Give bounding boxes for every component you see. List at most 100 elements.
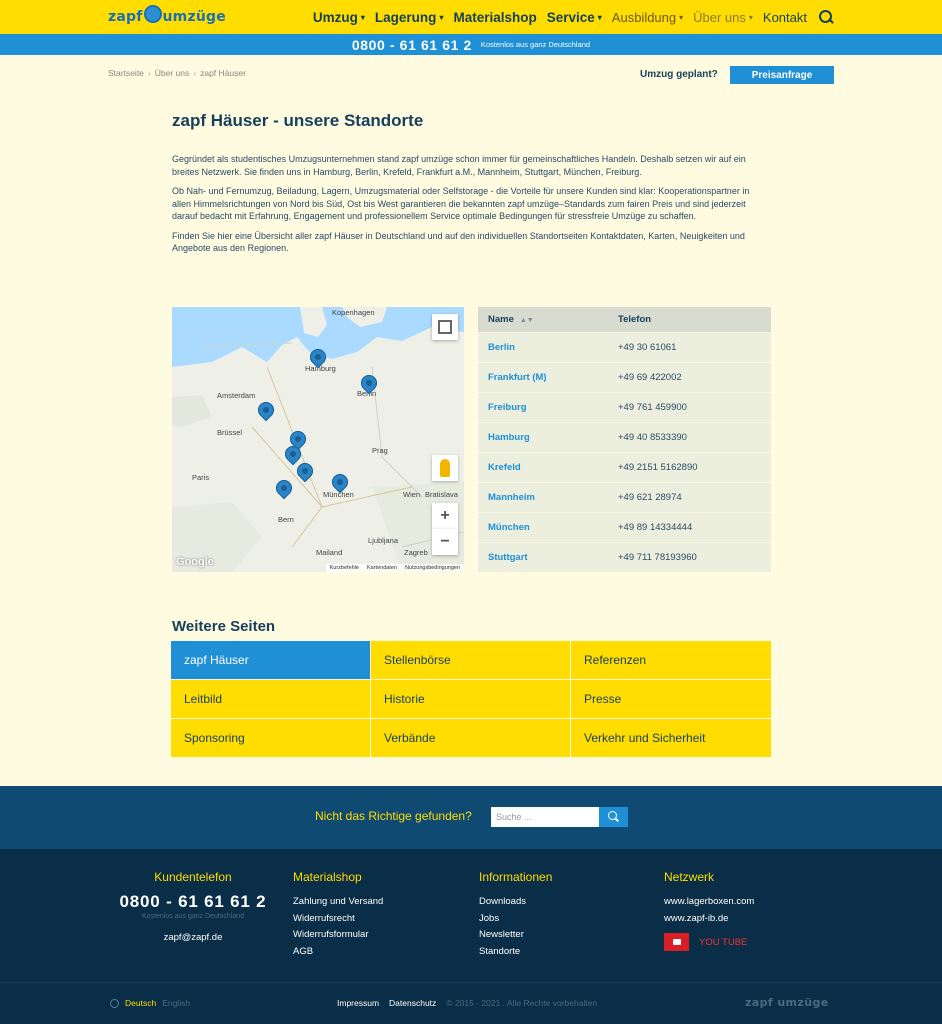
nav-item-ueber-uns[interactable]: Über uns ▾ bbox=[688, 10, 758, 25]
google-logo: Google bbox=[176, 556, 214, 568]
nav-item-kontakt[interactable]: Kontakt bbox=[758, 10, 812, 25]
intro-text: Gegründet als studentisches Umzugsuntern… bbox=[172, 153, 768, 262]
breadcrumb-separator-icon: › bbox=[147, 68, 151, 78]
column-header-name[interactable]: Name ▲▼ bbox=[478, 307, 608, 332]
column-header-phone: Telefon bbox=[608, 307, 771, 332]
further-page-leitbild[interactable]: Leitbild bbox=[171, 680, 370, 718]
footer-link-jobs[interactable]: Jobs bbox=[479, 911, 552, 928]
footer-phone-sub: Kostenlos aus ganz Deutschland bbox=[142, 913, 244, 920]
breadcrumb-item-startseite[interactable]: Startseite bbox=[108, 68, 144, 78]
fullscreen-button[interactable] bbox=[432, 314, 458, 340]
map-label-mailand: Mailand bbox=[316, 548, 343, 557]
zapf-logo[interactable]: zapf umzüge bbox=[108, 5, 226, 28]
breadcrumb-item-zapf-haeuser: zapf Häuser bbox=[200, 68, 246, 78]
footer-link-widerrufsrecht[interactable]: Widerrufsrecht bbox=[293, 911, 383, 928]
language-deutsch[interactable]: Deutsch bbox=[125, 998, 156, 1008]
street-view-pegman-icon[interactable] bbox=[432, 455, 458, 481]
nav-item-label: Ausbildung bbox=[611, 9, 677, 25]
search-icon[interactable] bbox=[818, 9, 834, 25]
globe-icon bbox=[143, 5, 162, 23]
youtube-link[interactable]: YOU TUBE bbox=[664, 933, 754, 951]
map-label-amsterdam: Amsterdam bbox=[217, 391, 256, 400]
nav-item-ausbildung[interactable]: Ausbildung ▾ bbox=[607, 10, 688, 25]
map-label-kopenhagen: Kopenhagen bbox=[332, 308, 375, 317]
chevron-down-icon: ▾ bbox=[360, 12, 365, 22]
footer-email[interactable]: zapf@zapf.de bbox=[110, 932, 276, 943]
language-english[interactable]: English bbox=[162, 998, 190, 1008]
further-page-referenzen[interactable]: Referenzen bbox=[571, 641, 771, 679]
sort-icon[interactable]: ▲▼ bbox=[520, 317, 534, 324]
map-shortcuts-link[interactable]: Kurzbefehle bbox=[330, 565, 359, 571]
search-input[interactable] bbox=[491, 807, 599, 827]
datenschutz-link[interactable]: Datenschutz bbox=[389, 998, 436, 1008]
nav-item-label: Materialshop bbox=[453, 9, 537, 25]
footer-link-zahlung[interactable]: Zahlung und Versand bbox=[293, 894, 383, 911]
footer-link-lagerboxen[interactable]: www.lagerboxen.com bbox=[664, 894, 754, 911]
impressum-link[interactable]: Impressum bbox=[337, 998, 379, 1008]
location-link-freiburg[interactable]: Freiburg bbox=[478, 391, 608, 422]
chevron-down-icon: ▾ bbox=[597, 12, 602, 22]
location-link-frankfurt-m[interactable]: Frankfurt (M) bbox=[478, 361, 608, 392]
nav-item-lagerung[interactable]: Lagerung ▾ bbox=[370, 10, 449, 25]
further-pages-grid: zapf Häuser Stellenbörse Referenzen Leitbil… bbox=[171, 641, 771, 757]
map-data-link[interactable]: Kartendaten bbox=[367, 565, 397, 571]
locations-table-body: Berlin +49 30 61061 Frankfurt (M) +49 69 42… bbox=[478, 331, 771, 572]
location-link-berlin[interactable]: Berlin bbox=[478, 331, 608, 362]
further-page-stellenboerse[interactable]: Stellenbörse bbox=[371, 641, 570, 679]
location-link-krefeld[interactable]: Krefeld bbox=[478, 451, 608, 482]
footer-col-netzwerk: Netzwerk www.lagerboxen.com www.zapf-ib.… bbox=[664, 870, 754, 951]
footer-phone-title: Kundentelefon bbox=[154, 870, 232, 884]
globe-icon bbox=[110, 998, 119, 1008]
breadcrumb-item-ueber-uns[interactable]: Über uns bbox=[155, 68, 190, 78]
header-phone-sub: Kostenlos aus ganz Deutschland bbox=[480, 40, 591, 49]
nav-item-label: Umzug bbox=[312, 9, 358, 25]
zoom-out-button[interactable]: − bbox=[432, 529, 458, 555]
footer-bottom-links: Impressum Datenschutz © 2015 - 2021 . Al… bbox=[337, 998, 597, 1008]
language-switcher: Deutsch English bbox=[110, 998, 190, 1008]
locations-map[interactable]: + − Kopenhagen Hamburg Berlin Amsterdam … bbox=[172, 307, 464, 572]
footer-logo: zapf umzüge bbox=[745, 996, 829, 1009]
further-page-sponsoring[interactable]: Sponsoring bbox=[171, 719, 370, 757]
main-nav: Umzug ▾ Lagerung ▾ Materialshop Service ▾ Ausbi… bbox=[308, 0, 834, 34]
footer-link-newsletter[interactable]: Newsletter bbox=[479, 927, 552, 944]
copyright: © 2015 - 2021 . Alle Rechte vorbehalten bbox=[446, 998, 598, 1008]
location-link-mannheim[interactable]: Mannheim bbox=[478, 481, 608, 512]
breadcrumb: Startseite › Über uns › zapf Häuser bbox=[108, 68, 246, 78]
further-page-historie[interactable]: Historie bbox=[371, 680, 570, 718]
location-phone: +49 621 28974 bbox=[608, 481, 771, 512]
map-label-paris: Paris bbox=[192, 473, 210, 482]
zoom-in-button[interactable]: + bbox=[432, 503, 458, 529]
table-row: Krefeld +49 2151 5162890 bbox=[478, 451, 771, 482]
map-terms-link[interactable]: Nutzungsbedingungen bbox=[405, 565, 460, 571]
footer-link-zapf-ib[interactable]: www.zapf-ib.de bbox=[664, 911, 754, 928]
further-page-zapf-haeuser[interactable]: zapf Häuser bbox=[171, 641, 370, 679]
footer-col-phone: Kundentelefon 0800 - 61 61 61 2 Kostenlo… bbox=[110, 870, 276, 943]
table-row: Stuttgart +49 711 78193960 bbox=[478, 541, 771, 572]
price-request-button[interactable]: Preisanfrage bbox=[730, 66, 834, 84]
intro-paragraph-2: Ob Nah- und Fernumzug, Beiladung, Lagern… bbox=[172, 186, 750, 221]
location-link-muenchen[interactable]: München bbox=[478, 511, 608, 542]
header-phone[interactable]: 0800 - 61 61 61 2 bbox=[352, 37, 472, 53]
further-page-presse[interactable]: Presse bbox=[571, 680, 771, 718]
nav-item-materialshop[interactable]: Materialshop bbox=[448, 10, 541, 25]
logo-text-left: zapf bbox=[108, 9, 143, 25]
location-phone: +49 40 8533390 bbox=[608, 421, 771, 452]
footer-link-agb[interactable]: AGB bbox=[293, 944, 383, 961]
search-button[interactable] bbox=[599, 807, 628, 827]
footer-link-widerrufsformular[interactable]: Widerrufsformular bbox=[293, 927, 383, 944]
footer-link-downloads[interactable]: Downloads bbox=[479, 894, 552, 911]
column-header-name-label: Name bbox=[488, 313, 514, 325]
map-label-bruessel: Brüssel bbox=[217, 428, 243, 437]
nav-item-service[interactable]: Service ▾ bbox=[542, 10, 607, 25]
further-page-verbaende[interactable]: Verbände bbox=[371, 719, 570, 757]
nav-item-umzug[interactable]: Umzug ▾ bbox=[308, 10, 370, 25]
further-page-verkehr-und-sicherheit[interactable]: Verkehr und Sicherheit bbox=[571, 719, 771, 757]
footer-link-standorte[interactable]: Standorte bbox=[479, 944, 552, 961]
footer-phone[interactable]: 0800 - 61 61 61 2 bbox=[110, 892, 276, 912]
logo-text-right: umzüge bbox=[162, 9, 226, 25]
location-link-stuttgart[interactable]: Stuttgart bbox=[478, 541, 608, 572]
locations-table: Name ▲▼ Telefon Berlin +49 30 61061 Frankfu… bbox=[478, 307, 771, 572]
location-link-hamburg[interactable]: Hamburg bbox=[478, 421, 608, 452]
table-row: Freiburg +49 761 459900 bbox=[478, 391, 771, 422]
nav-item-label: Kontakt bbox=[762, 9, 807, 25]
